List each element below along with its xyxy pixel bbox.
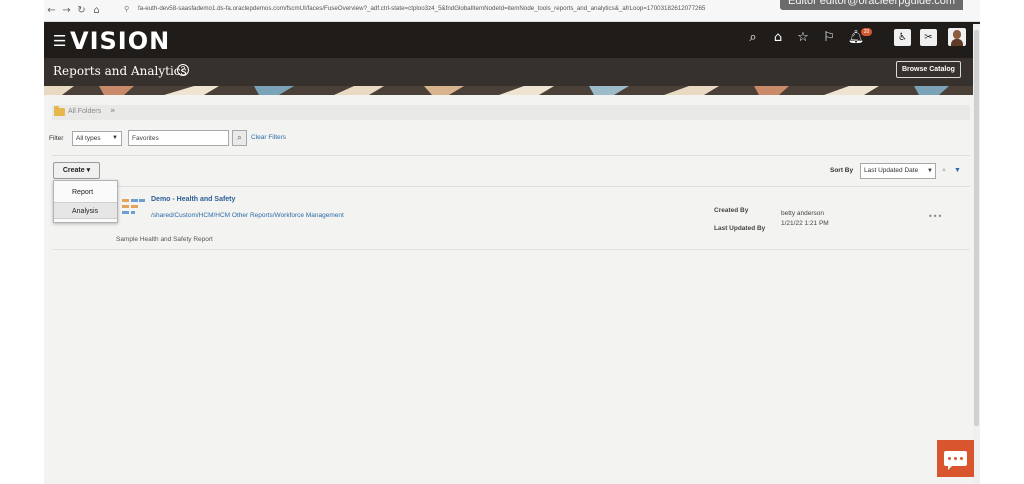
clear-filters-link[interactable]: Clear Filters: [251, 134, 286, 141]
scrollbar-thumb[interactable]: [974, 30, 979, 426]
divider: [52, 249, 970, 250]
address-bar[interactable]: fa-euth-dev58-saasfademo1.ds-fa.oraclepd…: [138, 5, 705, 12]
sort-ascending-icon[interactable]: ▲: [941, 167, 947, 173]
home-icon[interactable]: ⌂: [769, 29, 787, 47]
flag-icon[interactable]: ⚐: [820, 29, 838, 47]
global-header: ☰ VISION ⌕ ⌂ ☆ ⚐ 🔔︎ 20 ♿︎ ✂: [44, 22, 980, 58]
filter-label: Filter: [49, 135, 64, 142]
home-icon[interactable]: ⌂: [89, 1, 104, 21]
analysis-icon: [120, 197, 146, 217]
chat-icon: [944, 451, 967, 470]
favorites-star-icon[interactable]: ☆: [794, 29, 812, 47]
sort-select[interactable]: Last Updated Date ▼: [860, 163, 936, 179]
create-button-label: Create: [62, 167, 85, 174]
type-filter-value: All types: [76, 135, 101, 142]
notification-badge: 20: [861, 28, 872, 36]
last-updated-value: 1/21/22 1:21 PM: [781, 220, 829, 227]
browse-catalog-button[interactable]: Browse Catalog: [896, 61, 961, 78]
menu-icon[interactable]: ☰: [53, 32, 66, 50]
tools-icon[interactable]: ✂: [920, 29, 937, 46]
divider: [52, 186, 970, 187]
page-title: Reports and Analytics: [53, 64, 187, 78]
user-avatar[interactable]: [948, 28, 966, 46]
caret-down-icon: ▾: [86, 167, 91, 174]
more-actions-icon[interactable]: •••: [928, 212, 942, 221]
search-icon[interactable]: ⌕: [232, 130, 247, 146]
created-by-value: betty anderson: [781, 210, 825, 217]
created-by-label: Created By: [714, 207, 749, 214]
create-menu: Report Analysis: [53, 180, 118, 223]
vertical-scrollbar[interactable]: [973, 24, 980, 484]
page-header-band: Reports and Analytics ? Browse Catalog: [44, 58, 980, 86]
report-path-link[interactable]: /shared/Custom/HCM/HCM Other Reports/Wor…: [151, 212, 344, 219]
chevron-right-icon: »: [110, 106, 116, 116]
menu-item-report[interactable]: Report: [54, 184, 117, 201]
back-icon[interactable]: ←: [44, 1, 59, 21]
report-title-link[interactable]: Demo - Health and Safety: [151, 196, 235, 203]
breadcrumb-all-folders[interactable]: All Folders: [68, 108, 101, 115]
reload-icon[interactable]: ↻: [74, 1, 89, 21]
menu-item-analysis[interactable]: Analysis: [54, 202, 117, 219]
divider: [52, 155, 970, 156]
editor-label: Editor editor@oracleerpguide.com: [780, 0, 964, 10]
decorative-banner: [44, 86, 980, 95]
filter-search-input[interactable]: [128, 130, 229, 146]
app-window: ← → ↻ ⌂ ⚲ fa-euth-dev58-saasfademo1.ds-f…: [44, 0, 980, 484]
sort-label: Sort By: [830, 167, 854, 174]
breadcrumb: All Folders »: [52, 105, 970, 120]
chat-button[interactable]: [937, 440, 974, 477]
site-info-icon[interactable]: ⚲: [124, 5, 129, 13]
forward-icon[interactable]: →: [59, 1, 74, 21]
sort-descending-icon[interactable]: ▼: [954, 167, 961, 174]
chevron-down-icon: ▼: [112, 135, 118, 141]
accessibility-icon[interactable]: ♿︎: [894, 29, 911, 46]
create-button[interactable]: Create ▾: [53, 162, 100, 179]
report-description: Sample Health and Safety Report: [116, 236, 213, 243]
folder-icon: [54, 106, 65, 116]
help-icon[interactable]: ?: [177, 64, 189, 76]
brand-logo[interactable]: VISION: [70, 27, 170, 55]
type-filter-select[interactable]: All types ▼: [72, 131, 122, 146]
last-updated-label: Last Updated By: [714, 225, 766, 232]
search-icon[interactable]: ⌕: [744, 29, 762, 47]
sort-value: Last Updated Date: [864, 167, 919, 174]
chevron-down-icon: ▼: [927, 168, 933, 174]
